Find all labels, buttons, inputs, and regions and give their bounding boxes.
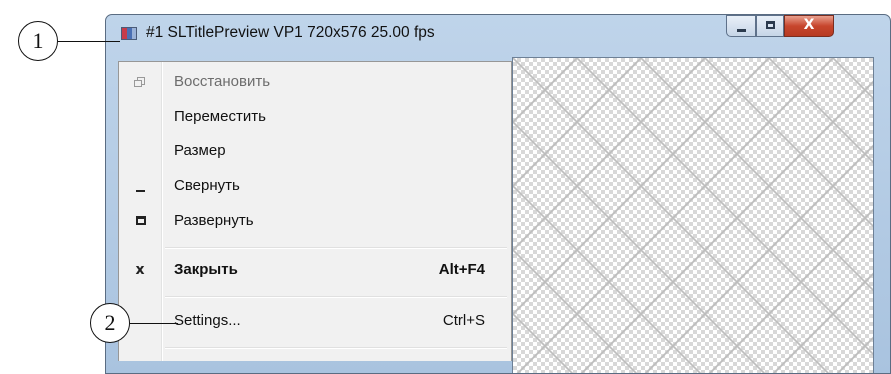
window-title: #1 SLTitlePreview VP1 720x576 25.00 fps — [146, 24, 435, 41]
maximize-button[interactable] — [756, 15, 784, 37]
menu-separator — [165, 247, 507, 249]
menu-item-settings[interactable]: Settings... Ctrl+S — [119, 306, 511, 336]
menu-item-label: Закрыть — [174, 261, 238, 278]
menu-item-close[interactable]: x Закрыть Alt+F4 — [119, 255, 511, 285]
menu-item-shortcut: Ctrl+S — [442, 312, 485, 329]
menu-item-restore[interactable]: Восстановить — [119, 67, 511, 97]
menu-item-label: Свернуть — [174, 177, 240, 194]
menu-separator — [165, 296, 507, 298]
menu-item-label: Settings... — [174, 312, 241, 329]
menu-separator — [165, 347, 507, 349]
minimize-icon — [119, 171, 161, 201]
menu-item-label: Восстановить — [174, 73, 271, 90]
app-icon[interactable] — [121, 27, 137, 40]
menu-item-label: Размер — [174, 142, 226, 159]
menu-item-shortcut: Alt+F4 — [438, 261, 485, 278]
callout-leader-line — [130, 323, 178, 325]
system-menu: Восстановить Переместить Размер Свернуть… — [118, 61, 512, 361]
callout-leader-line — [58, 41, 120, 43]
minimize-button[interactable] — [726, 15, 756, 37]
menu-item-label: Развернуть — [174, 212, 254, 229]
menu-item-maximize[interactable]: Развернуть — [119, 206, 511, 236]
menu-item-size[interactable]: Размер — [119, 136, 511, 166]
menu-item-label: Переместить — [174, 108, 266, 125]
close-icon: x — [135, 262, 145, 278]
title-bar[interactable]: #1 SLTitlePreview VP1 720x576 25.00 fps … — [106, 15, 890, 49]
maximize-icon — [119, 206, 161, 236]
callout-1: 1 — [18, 21, 58, 61]
minimize-icon — [737, 29, 746, 32]
callout-2: 2 — [90, 303, 130, 343]
close-icon: X — [803, 17, 815, 33]
menu-item-move[interactable]: Переместить — [119, 102, 511, 132]
maximize-icon — [766, 21, 775, 29]
menu-item-minimize[interactable]: Свернуть — [119, 171, 511, 201]
close-button[interactable]: X — [784, 15, 834, 37]
preview-area-transparent — [512, 57, 874, 373]
restore-icon — [119, 67, 161, 97]
